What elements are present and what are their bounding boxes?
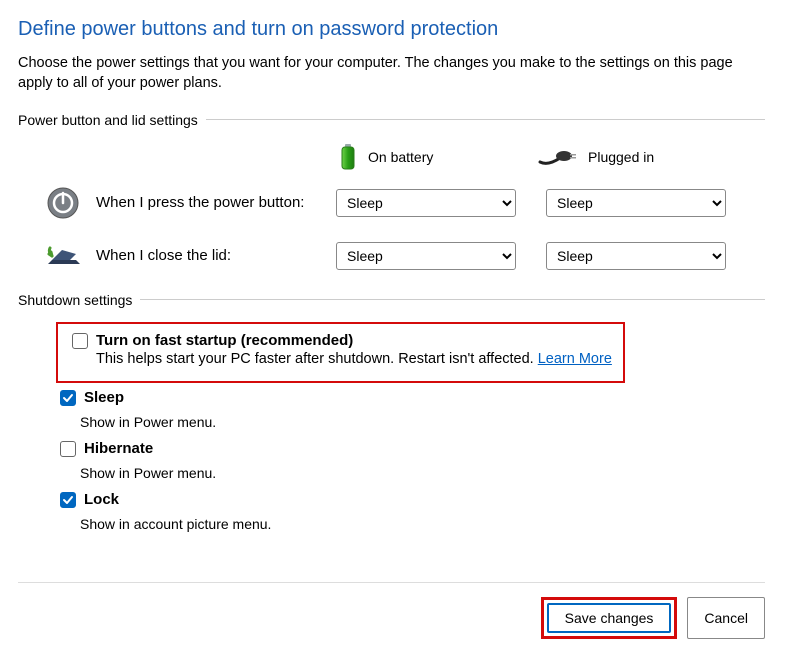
sleep-row: Sleep	[56, 385, 765, 410]
section-header-power: Power button and lid settings	[18, 112, 198, 128]
shutdown-section: Shutdown settings Turn on fast startup (…	[18, 292, 765, 532]
battery-icon	[338, 142, 358, 172]
row-label-lid: When I close the lid:	[96, 247, 336, 264]
fast-startup-checkbox[interactable]	[72, 333, 88, 349]
fast-startup-desc: This helps start your PC faster after sh…	[96, 351, 612, 367]
section-header-shutdown: Shutdown settings	[18, 292, 132, 308]
fast-startup-row: Turn on fast startup (recommended) This …	[68, 328, 615, 371]
divider	[206, 119, 765, 120]
row-close-lid: When I close the lid: Sleep Sleep	[18, 242, 765, 270]
divider	[140, 299, 765, 300]
lid-icon	[46, 242, 96, 270]
lock-row: Lock	[56, 487, 765, 512]
column-label-plugged: Plugged in	[588, 149, 654, 165]
footer-divider	[18, 582, 765, 583]
hibernate-row: Hibernate	[56, 436, 765, 461]
row-power-button: When I press the power button: Sleep Sle…	[18, 186, 765, 220]
save-highlight-box: Save changes	[541, 597, 678, 639]
power-button-battery-select[interactable]: Sleep	[336, 189, 516, 217]
sleep-checkbox[interactable]	[60, 390, 76, 406]
power-button-section: Power button and lid settings	[18, 112, 765, 270]
power-button-plugged-select[interactable]: Sleep	[546, 189, 726, 217]
save-button[interactable]: Save changes	[547, 603, 672, 633]
lid-plugged-select[interactable]: Sleep	[546, 242, 726, 270]
hibernate-desc: Show in Power menu.	[56, 465, 765, 481]
column-plugged-in: Plugged in	[538, 146, 738, 168]
fast-startup-label: Turn on fast startup (recommended)	[96, 332, 612, 349]
plug-icon	[538, 146, 578, 168]
lock-desc: Show in account picture menu.	[56, 516, 765, 532]
column-on-battery: On battery	[338, 142, 538, 172]
page-title: Define power buttons and turn on passwor…	[18, 18, 765, 41]
learn-more-link[interactable]: Learn More	[538, 351, 612, 367]
power-button-icon	[46, 186, 96, 220]
fast-startup-highlight-box: Turn on fast startup (recommended) This …	[56, 322, 625, 383]
lock-label: Lock	[84, 491, 119, 508]
cancel-button[interactable]: Cancel	[687, 597, 765, 639]
sleep-desc: Show in Power menu.	[56, 414, 765, 430]
hibernate-checkbox[interactable]	[60, 441, 76, 457]
page-subtitle: Choose the power settings that you want …	[18, 53, 765, 94]
row-label-power-button: When I press the power button:	[96, 194, 336, 211]
footer-buttons: Save changes Cancel	[18, 597, 765, 639]
lid-battery-select[interactable]: Sleep	[336, 242, 516, 270]
column-label-battery: On battery	[368, 149, 433, 165]
sleep-label: Sleep	[84, 389, 124, 406]
lock-checkbox[interactable]	[60, 492, 76, 508]
hibernate-label: Hibernate	[84, 440, 153, 457]
